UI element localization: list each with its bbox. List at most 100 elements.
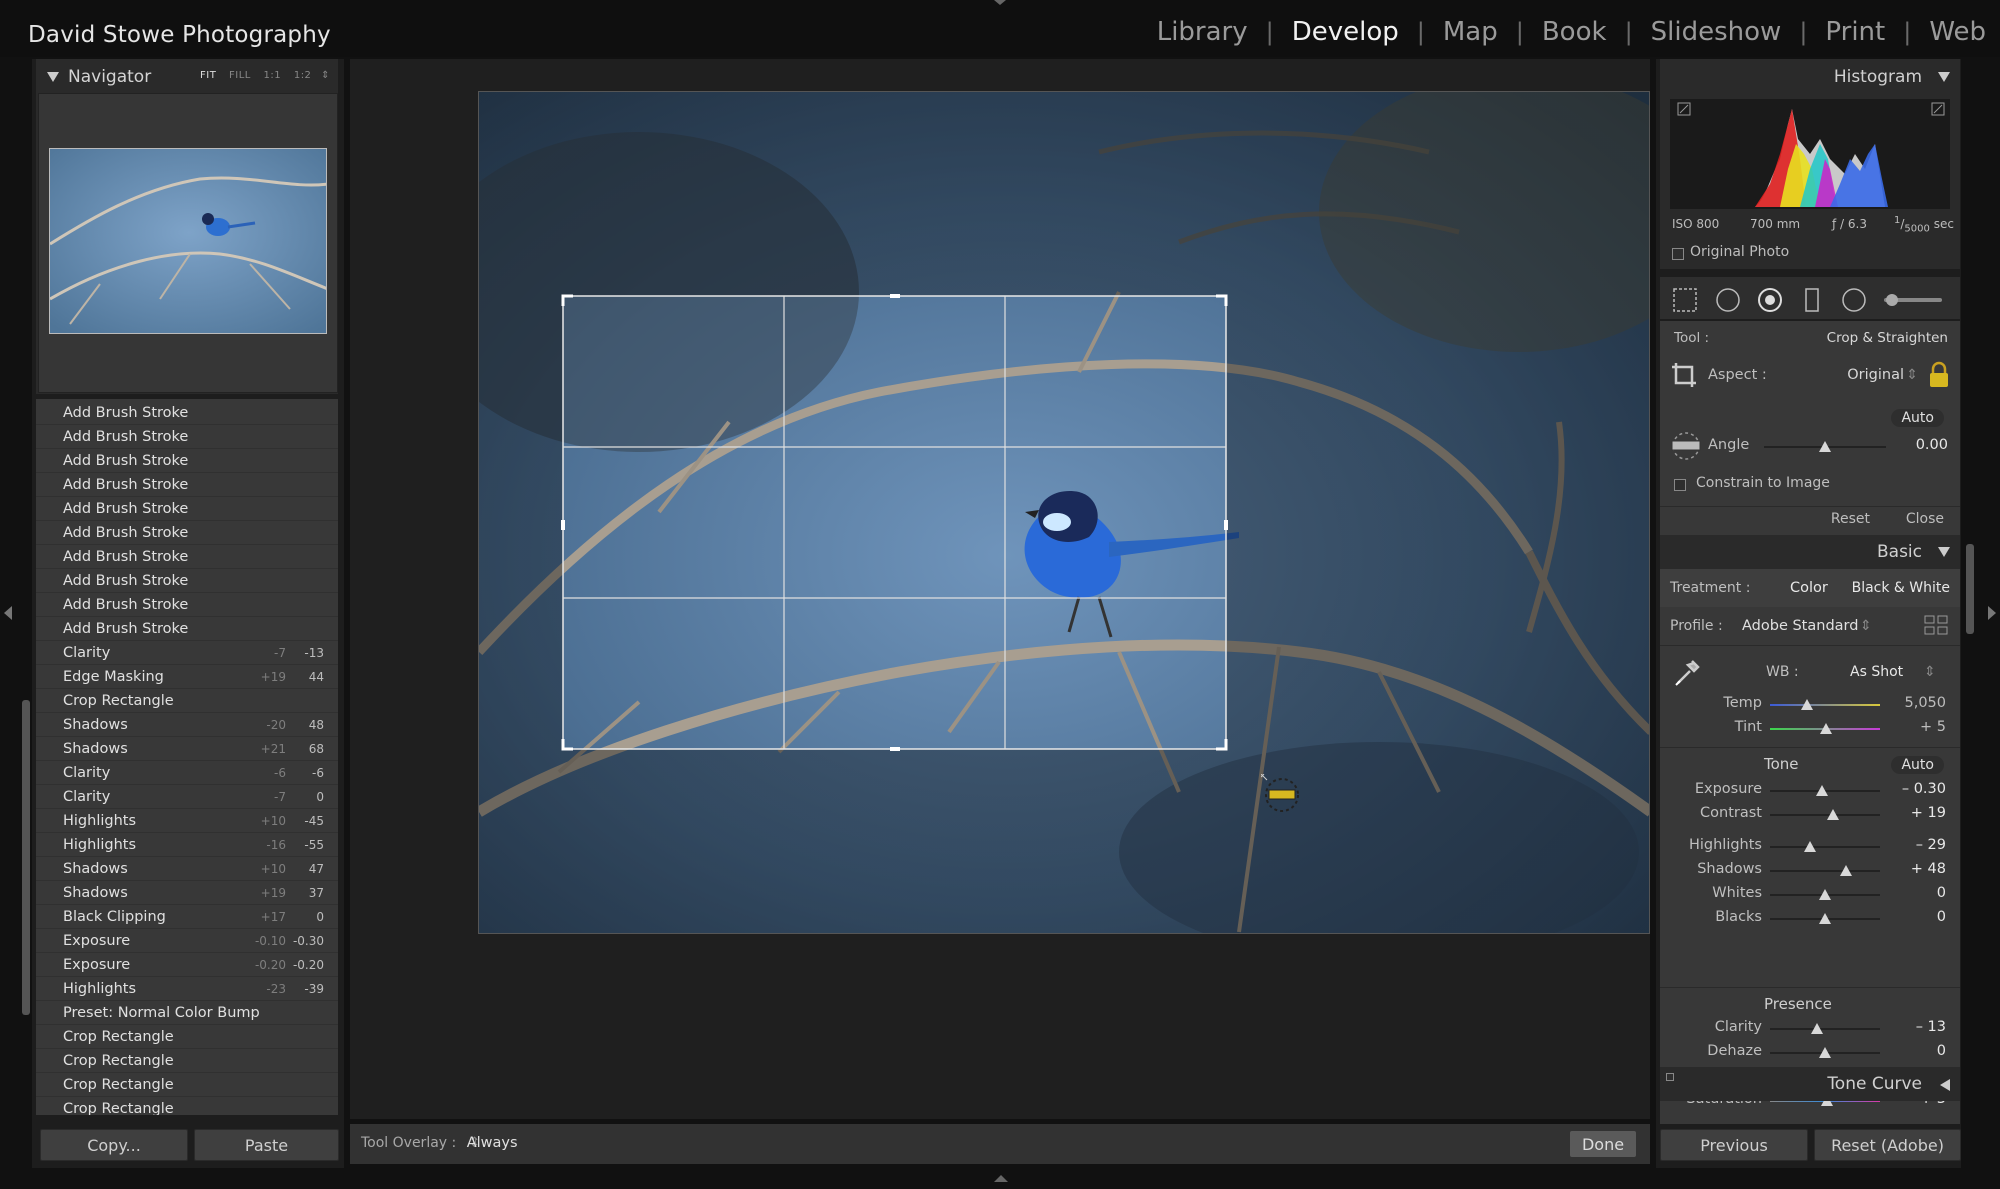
profile-value[interactable]: Adobe Standard bbox=[1742, 618, 1858, 634]
copy-button[interactable]: Copy... bbox=[40, 1129, 188, 1161]
contrast-slider-thumb[interactable] bbox=[1826, 809, 1839, 820]
radial-filter-icon[interactable] bbox=[1838, 283, 1872, 313]
zoom-menu-icon[interactable]: ⇕ bbox=[321, 70, 330, 81]
history-step[interactable]: Preset: Normal Color Bump bbox=[36, 1001, 338, 1025]
crop-frame-icon[interactable] bbox=[1670, 361, 1700, 391]
collapse-bottom-panel-icon[interactable] bbox=[994, 1175, 1008, 1182]
wb-stepper-icon[interactable]: ⇕ bbox=[1924, 664, 1936, 680]
blacks-value[interactable]: 0 bbox=[1937, 909, 1946, 925]
clarity-value[interactable]: – 13 bbox=[1916, 1019, 1946, 1035]
shadows-slider-track[interactable] bbox=[1770, 870, 1880, 872]
history-step[interactable]: Add Brush Stroke bbox=[36, 569, 338, 593]
left-panel-toggle-icon[interactable] bbox=[4, 606, 12, 620]
graduated-filter-icon[interactable] bbox=[1796, 283, 1830, 313]
zoom-fill[interactable]: FILL bbox=[229, 70, 251, 81]
history-step[interactable]: Shadows -20 48 bbox=[36, 713, 338, 737]
tint-value[interactable]: + 5 bbox=[1920, 719, 1946, 735]
tone-auto-button[interactable]: Auto bbox=[1891, 756, 1944, 774]
history-step[interactable]: Add Brush Stroke bbox=[36, 473, 338, 497]
module-print[interactable]: Print bbox=[1807, 17, 1903, 47]
left-panel-scrollbar[interactable] bbox=[22, 700, 30, 1015]
history-step[interactable]: Edge Masking +19 44 bbox=[36, 665, 338, 689]
tint-slider-thumb[interactable] bbox=[1820, 723, 1833, 734]
temp-slider-track[interactable] bbox=[1770, 704, 1880, 706]
done-button[interactable]: Done bbox=[1570, 1131, 1636, 1157]
history-step[interactable]: Add Brush Stroke bbox=[36, 401, 338, 425]
profile-browser-grid-icon[interactable] bbox=[1924, 615, 1948, 635]
blacks-slider-thumb[interactable] bbox=[1819, 913, 1831, 924]
history-step[interactable]: Clarity -7 0 bbox=[36, 785, 338, 809]
crop-reset-button[interactable]: Reset bbox=[1831, 511, 1870, 527]
exposure-slider-thumb[interactable] bbox=[1815, 785, 1828, 796]
wb-eyedropper-icon[interactable] bbox=[1670, 653, 1706, 689]
constrain-to-image-checkbox[interactable] bbox=[1674, 479, 1686, 491]
module-develop[interactable]: Develop bbox=[1274, 17, 1417, 47]
history-step[interactable]: Add Brush Stroke bbox=[36, 497, 338, 521]
contrast-slider-track[interactable] bbox=[1770, 814, 1880, 816]
collapse-triangle-icon[interactable] bbox=[47, 72, 59, 82]
history-step[interactable]: Exposure -0.20 -0.20 bbox=[36, 953, 338, 977]
history-step[interactable]: Add Brush Stroke bbox=[36, 593, 338, 617]
treatment-color-option[interactable]: Color bbox=[1790, 580, 1828, 596]
navigator-thumbnail[interactable] bbox=[49, 148, 327, 334]
aspect-value[interactable]: Original bbox=[1847, 367, 1904, 383]
wb-value[interactable]: As Shot bbox=[1850, 664, 1903, 680]
profile-stepper-icon[interactable]: ⇕ bbox=[1860, 618, 1872, 634]
zoom-1-1[interactable]: 1:1 bbox=[264, 70, 282, 81]
right-panel-scrollbar[interactable] bbox=[1966, 544, 1974, 634]
angle-slider-thumb[interactable] bbox=[1819, 441, 1831, 452]
highlights-slider-track[interactable] bbox=[1770, 846, 1880, 848]
shadows-slider-thumb[interactable] bbox=[1839, 865, 1852, 876]
tone-curve-toggle[interactable] bbox=[1666, 1073, 1674, 1081]
straighten-level-icon[interactable] bbox=[1668, 431, 1704, 461]
basic-panel-header[interactable]: Basic bbox=[1660, 535, 1960, 569]
history-step[interactable]: Crop Rectangle bbox=[36, 1025, 338, 1049]
lock-icon[interactable] bbox=[1928, 361, 1950, 389]
whites-slider-thumb[interactable] bbox=[1819, 889, 1831, 900]
history-step[interactable]: Clarity -6 -6 bbox=[36, 761, 338, 785]
history-step[interactable]: Crop Rectangle bbox=[36, 1049, 338, 1073]
history-step[interactable]: Highlights -16 -55 bbox=[36, 833, 338, 857]
history-step[interactable]: Shadows +10 47 bbox=[36, 857, 338, 881]
history-step[interactable]: Add Brush Stroke bbox=[36, 425, 338, 449]
history-step[interactable]: Add Brush Stroke bbox=[36, 449, 338, 473]
temp-slider-thumb[interactable] bbox=[1801, 699, 1814, 710]
adjustment-brush-icon[interactable] bbox=[1880, 283, 1950, 313]
history-step[interactable]: Exposure -0.10 -0.30 bbox=[36, 929, 338, 953]
exposure-value[interactable]: – 0.30 bbox=[1902, 781, 1946, 797]
dehaze-value[interactable]: 0 bbox=[1937, 1043, 1946, 1059]
photo-with-crop-overlay[interactable] bbox=[478, 91, 1650, 934]
temp-value[interactable]: 5,050 bbox=[1904, 695, 1946, 711]
paste-button[interactable]: Paste bbox=[194, 1129, 339, 1161]
reset-adobe-button[interactable]: Reset (Adobe) bbox=[1814, 1129, 1961, 1161]
collapse-top-panel-icon[interactable] bbox=[994, 0, 1006, 5]
tool-overlay-value[interactable]: Always bbox=[467, 1135, 518, 1151]
history-step[interactable]: Black Clipping +17 0 bbox=[36, 905, 338, 929]
history-step[interactable]: Crop Rectangle bbox=[36, 1073, 338, 1097]
crop-close-button[interactable]: Close bbox=[1906, 511, 1944, 527]
history-step[interactable]: Shadows +21 68 bbox=[36, 737, 338, 761]
history-step[interactable]: Shadows +19 37 bbox=[36, 881, 338, 905]
red-eye-tool-icon[interactable] bbox=[1754, 283, 1788, 313]
tool-overlay-control[interactable]: Tool Overlay : Always ⇕ bbox=[361, 1135, 518, 1151]
highlights-slider-thumb[interactable] bbox=[1803, 841, 1816, 852]
clarity-slider-thumb[interactable] bbox=[1811, 1023, 1824, 1034]
original-photo-checkbox[interactable] bbox=[1672, 248, 1684, 260]
zoom-1-2[interactable]: 1:2 bbox=[294, 70, 312, 81]
module-library[interactable]: Library bbox=[1139, 17, 1266, 47]
expand-triangle-icon[interactable] bbox=[1940, 1079, 1950, 1091]
spot-removal-tool-icon[interactable] bbox=[1712, 283, 1746, 313]
history-step[interactable]: Crop Rectangle bbox=[36, 689, 338, 713]
collapse-triangle-icon[interactable] bbox=[1938, 72, 1950, 82]
angle-auto-button[interactable]: Auto bbox=[1891, 409, 1944, 427]
module-map[interactable]: Map bbox=[1425, 17, 1516, 47]
highlights-value[interactable]: – 29 bbox=[1916, 837, 1946, 853]
angle-value[interactable]: 0.00 bbox=[1916, 437, 1948, 453]
history-step[interactable]: Crop Rectangle bbox=[36, 1097, 338, 1116]
crop-overlay-tool-icon[interactable] bbox=[1670, 283, 1704, 313]
navigator-preview[interactable] bbox=[38, 93, 338, 393]
whites-value[interactable]: 0 bbox=[1937, 885, 1946, 901]
treatment-bw-option[interactable]: Black & White bbox=[1852, 580, 1950, 596]
history-step[interactable]: Highlights -23 -39 bbox=[36, 977, 338, 1001]
previous-button[interactable]: Previous bbox=[1660, 1129, 1808, 1161]
